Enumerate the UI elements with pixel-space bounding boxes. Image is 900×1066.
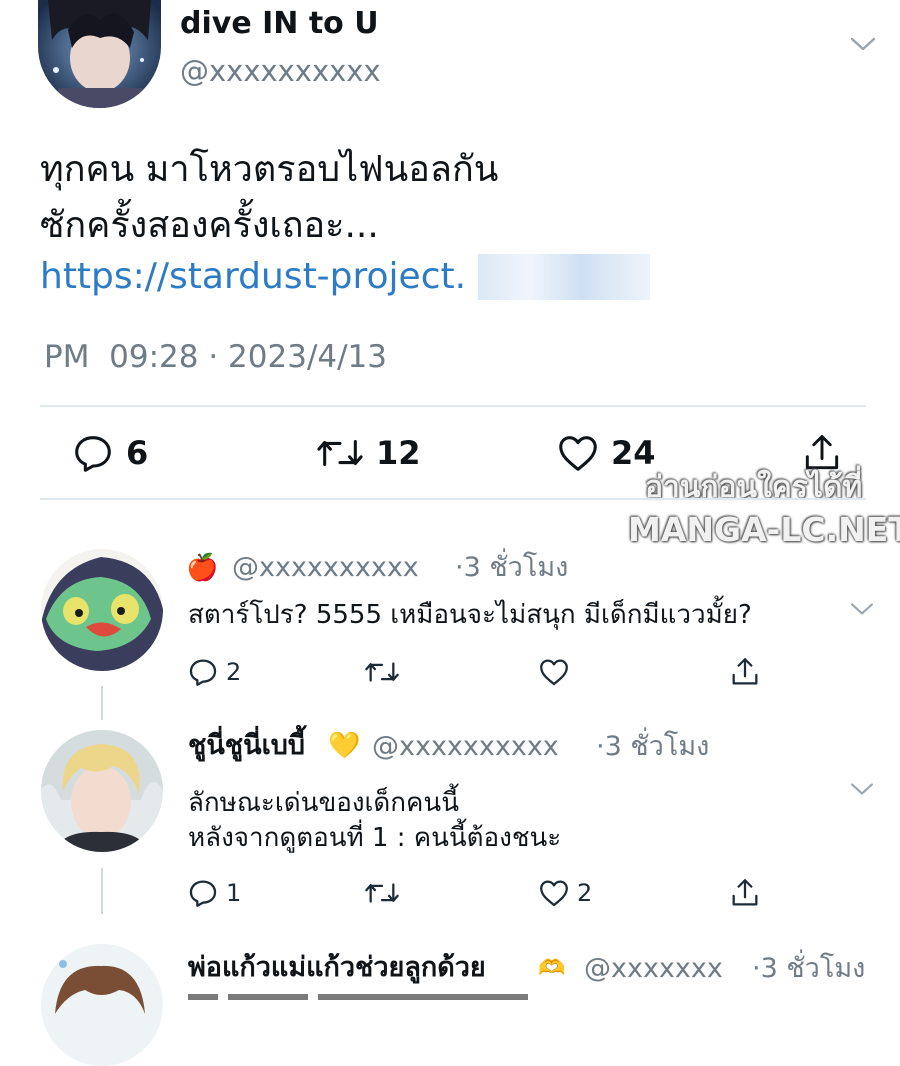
watermark-line-1: อ่านก่อนใครได้ที่: [645, 470, 863, 505]
chevron-down-icon: [850, 37, 876, 51]
reply-menu-button[interactable]: [848, 600, 876, 618]
reply-emoji: 🫶: [538, 956, 566, 981]
reply-like-count: 2: [577, 879, 593, 907]
reply-reply-button[interactable]: 2: [186, 655, 241, 689]
watermark-line-2: MANGA-LC.NET: [628, 510, 900, 549]
like-icon: [540, 659, 568, 686]
author-avatar[interactable]: [38, 0, 161, 108]
reply-reply-button[interactable]: 1: [186, 876, 241, 910]
reply-icon: [75, 436, 111, 472]
reply-text-line: ลักษณะเด่นของเด็กคนนี้: [188, 788, 459, 818]
author-avatar-image: [38, 0, 161, 108]
author-handle[interactable]: @xxxxxxxxxx: [180, 52, 381, 90]
share-icon: [732, 658, 758, 685]
retweet-icon: [365, 883, 399, 903]
reply-avatar[interactable]: [41, 730, 163, 852]
thread-line: [101, 686, 103, 720]
divider: [40, 405, 866, 407]
retweet-count: 12: [376, 434, 421, 472]
divider: [40, 498, 866, 500]
reply-time[interactable]: ·3 ชั่วโมง: [455, 551, 568, 585]
chevron-down-icon: [851, 783, 873, 795]
reply-icon: [189, 880, 217, 907]
reply-avatar-image: [41, 944, 163, 1066]
reply-handle[interactable]: @xxxxxxx: [584, 952, 723, 986]
reply-button[interactable]: 6: [70, 430, 148, 476]
reply-handle[interactable]: @xxxxxxxxxx: [232, 551, 419, 585]
reply-count: 6: [126, 434, 149, 472]
retweet-icon: [317, 439, 363, 467]
reply-share-button[interactable]: [728, 875, 762, 915]
reply-handle[interactable]: @xxxxxxxxxx: [372, 730, 559, 764]
reply-display-name[interactable]: ชูนี่ชูนี่เบบี้: [188, 728, 305, 764]
reply-time[interactable]: ·3 ชั่วโมง: [596, 730, 709, 764]
author-display-name[interactable]: dive IN to U: [180, 4, 379, 44]
reply-like-button[interactable]: [537, 655, 571, 689]
reply-menu-button[interactable]: [848, 780, 876, 798]
like-icon: [540, 880, 568, 907]
reply-text-line: สตาร์โปร? 5555 เหมือนจะไม่สนุก มีเด็กมีแ…: [188, 600, 752, 630]
tweet-menu-button[interactable]: [848, 34, 878, 54]
retweet-icon: [365, 662, 399, 682]
like-icon: [559, 436, 597, 471]
reply-emoji: 💛: [328, 731, 361, 761]
tweet-text-line-2: ซักครั้งสองครั้งเถอะ...: [40, 205, 379, 246]
share-icon: [732, 879, 758, 906]
reply-text-fragment: [188, 994, 528, 1000]
reply-avatar[interactable]: [41, 944, 163, 1066]
reply-avatar[interactable]: [41, 549, 163, 671]
reply-text-line: หลังจากดูตอนที่ 1 : คนนี้ต้องชนะ: [188, 823, 562, 853]
reply-reply-count: 1: [226, 879, 242, 907]
reply-icon: [189, 659, 217, 686]
reply-like-button[interactable]: 2: [537, 876, 592, 910]
reply-avatar-image: [41, 730, 163, 852]
reply-time[interactable]: ·3 ชั่วโมง: [752, 952, 865, 986]
reply-share-button[interactable]: [728, 654, 762, 694]
like-button[interactable]: 24: [555, 430, 656, 476]
retweet-button[interactable]: 12: [314, 430, 421, 476]
tweet-link[interactable]: https://stardust-project.: [40, 254, 466, 300]
link-blur: [478, 254, 650, 300]
chevron-down-icon: [851, 603, 873, 615]
tweet-timestamp[interactable]: PM 09:28 · 2023/4/13: [44, 336, 387, 378]
reply-avatar-image: [41, 549, 163, 671]
thread-line: [101, 868, 103, 914]
reply-retweet-button[interactable]: [362, 655, 402, 689]
reply-reply-count: 2: [226, 658, 242, 686]
tweet-text-line-1: ทุกคน มาโหวตรอบไฟนอลกัน: [40, 149, 499, 190]
reply-retweet-button[interactable]: [362, 876, 402, 910]
reply-emoji: 🍎: [186, 553, 219, 583]
reply-display-name[interactable]: พ่อแก้วแม่แก้วช่วยลูกด้วย: [188, 950, 486, 986]
